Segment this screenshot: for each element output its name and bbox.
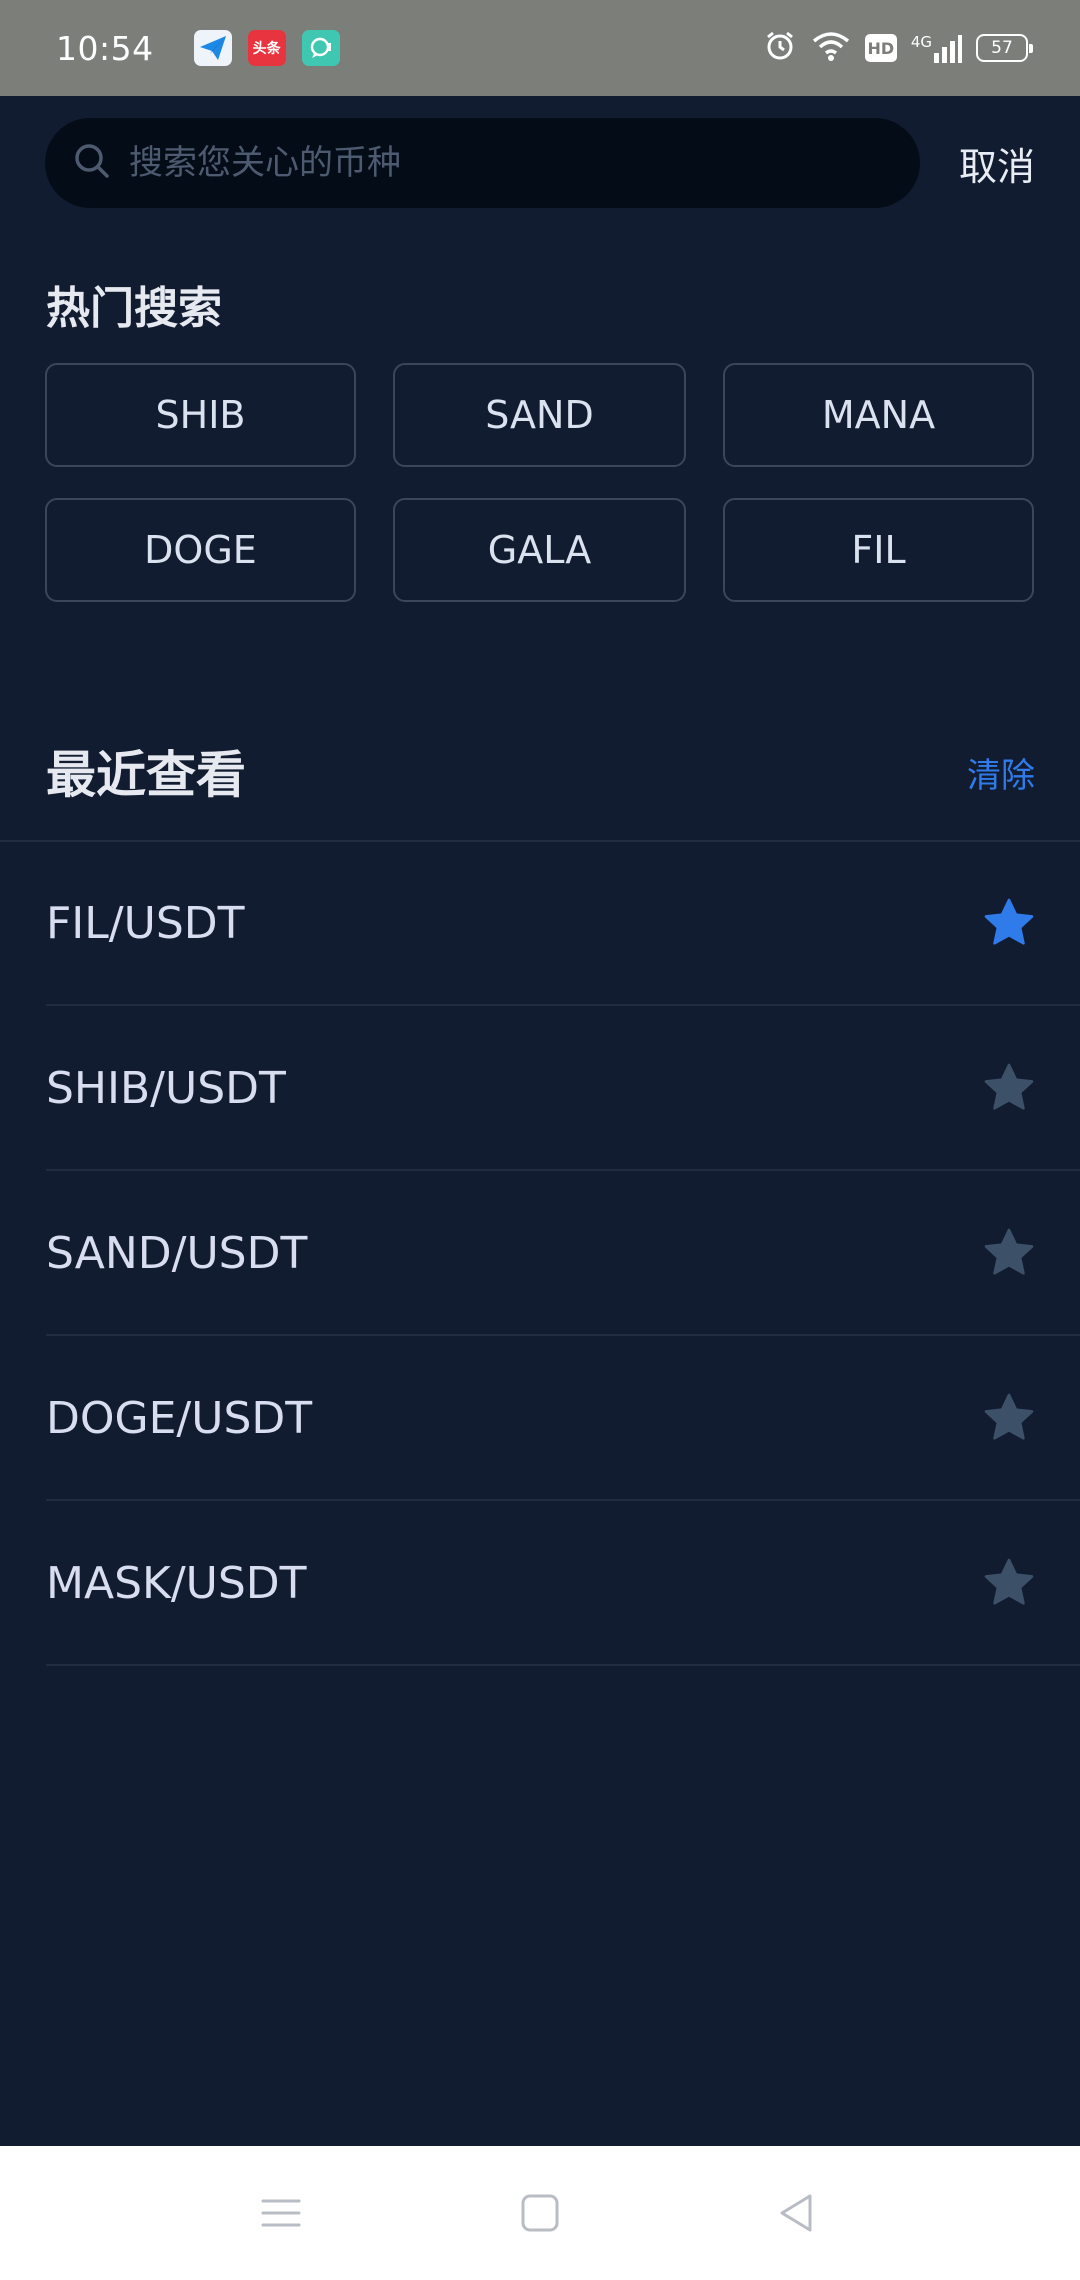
notification-app-icons: 头条 (193, 30, 340, 66)
hot-chip-doge[interactable]: DOGE (45, 498, 356, 602)
cancel-button[interactable]: 取消 (959, 136, 1035, 191)
search-row: 取消 (45, 118, 1035, 208)
back-triangle-icon[interactable] (772, 2188, 822, 2238)
recent-item-mask-usdt[interactable]: MASK/USDT (46, 1502, 1080, 1666)
hot-chip-fil[interactable]: FIL (723, 498, 1034, 602)
hot-chip-shib[interactable]: SHIB (45, 363, 356, 467)
recent-item-fil-usdt[interactable]: FIL/USDT (46, 842, 1080, 1006)
star-icon[interactable] (982, 1061, 1036, 1115)
hot-chip-sand[interactable]: SAND (393, 363, 686, 467)
star-icon[interactable] (982, 1556, 1036, 1610)
star-icon[interactable] (982, 1226, 1036, 1280)
pair-label: SAND/USDT (46, 1227, 308, 1279)
home-square-icon[interactable] (515, 2188, 565, 2238)
chat-app-icon (301, 30, 340, 66)
pair-label: FIL/USDT (46, 897, 245, 949)
alarm-icon (763, 29, 797, 67)
paper-plane-app-icon (193, 30, 232, 66)
pair-label: MASK/USDT (46, 1557, 307, 1609)
signal-icon: 4G (911, 33, 962, 63)
status-time: 10:54 (56, 28, 154, 68)
star-icon[interactable] (982, 896, 1036, 950)
battery-indicator: 57 (976, 34, 1033, 62)
pair-label: DOGE/USDT (46, 1392, 313, 1444)
status-bar: 10:54 头条 HD 4G 57 (0, 0, 1080, 96)
recent-item-shib-usdt[interactable]: SHIB/USDT (46, 1007, 1080, 1171)
star-icon[interactable] (982, 1391, 1036, 1445)
toutiao-app-icon: 头条 (247, 30, 286, 66)
menu-icon[interactable] (256, 2188, 306, 2238)
search-input[interactable] (127, 142, 887, 184)
system-nav-bar (0, 2146, 1080, 2280)
hd-badge: HD (864, 34, 897, 62)
hot-chip-gala[interactable]: GALA (393, 498, 686, 602)
recent-item-doge-usdt[interactable]: DOGE/USDT (46, 1337, 1080, 1501)
hot-search-title: 热门搜索 (46, 283, 222, 334)
wifi-icon (811, 30, 851, 66)
hot-chip-mana[interactable]: MANA (723, 363, 1034, 467)
status-indicators: HD 4G 57 (763, 29, 1033, 67)
recent-title: 最近查看 (46, 745, 246, 804)
pair-label: SHIB/USDT (46, 1062, 286, 1114)
network-type: 4G (910, 33, 932, 51)
search-box[interactable] (45, 118, 920, 208)
recent-item-sand-usdt[interactable]: SAND/USDT (46, 1172, 1080, 1336)
search-icon (73, 142, 111, 184)
clear-history-button[interactable]: 清除 (967, 748, 1035, 797)
